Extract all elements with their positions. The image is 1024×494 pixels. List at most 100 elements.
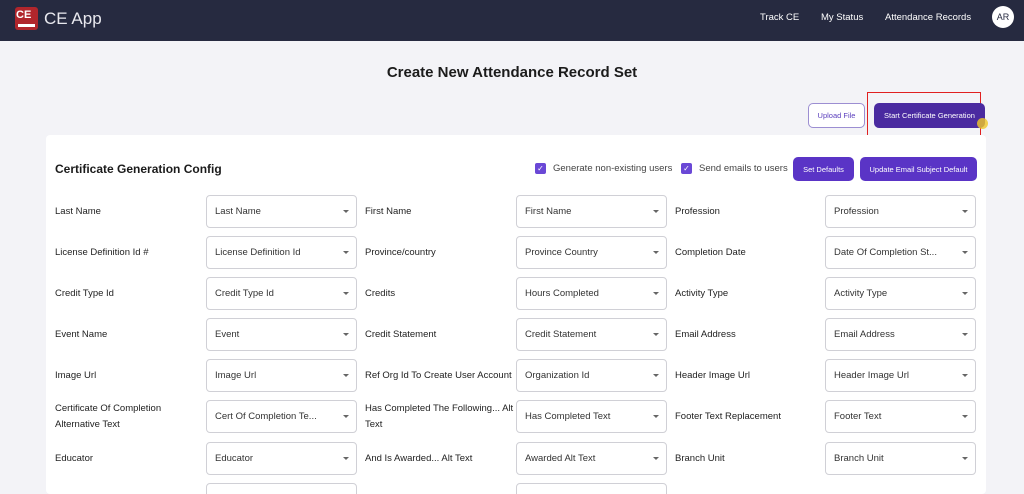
field-label: Credits xyxy=(365,288,396,299)
chevron-down-icon xyxy=(343,292,349,295)
field-select[interactable]: Branch Unit xyxy=(825,442,976,475)
select-value: Has Completed Text xyxy=(525,411,611,422)
nav-my-status[interactable]: My Status xyxy=(821,12,863,23)
select-value: Educator xyxy=(215,453,254,464)
chevron-down-icon xyxy=(962,210,968,213)
field-select[interactable]: Last Name xyxy=(206,195,357,228)
field-select[interactable]: Hours Completed xyxy=(516,277,667,310)
app-logo-icon[interactable]: CE xyxy=(15,7,38,30)
chevron-down-icon xyxy=(653,210,659,213)
field-label: Educator xyxy=(55,453,94,464)
upload-file-button[interactable]: Upload File xyxy=(808,103,865,128)
field-select[interactable]: Credit Type Id xyxy=(206,277,357,310)
select-value: Image Url xyxy=(215,370,257,381)
field-select[interactable]: Email Address xyxy=(825,318,976,351)
field-select[interactable]: Has Completed Text xyxy=(516,400,667,433)
field-select[interactable]: Educator xyxy=(206,442,357,475)
start-certificate-generation-button[interactable]: Start Certificate Generation xyxy=(874,103,985,128)
field-select[interactable]: Event xyxy=(206,318,357,351)
avatar[interactable]: AR xyxy=(992,6,1014,28)
logo-text: CE xyxy=(16,9,32,21)
select-value: Activity Type xyxy=(834,288,888,299)
chevron-down-icon xyxy=(343,210,349,213)
config-title: Certificate Generation Config xyxy=(55,162,222,176)
field-select[interactable]: Date Of Completion St... xyxy=(825,236,976,269)
field-label: First Name xyxy=(365,206,412,217)
select-value: License Definition Id xyxy=(215,247,301,258)
select-value: First Name xyxy=(525,206,572,217)
config-card: Certificate Generation Config ✓ Generate… xyxy=(46,135,986,494)
field-label: Branch Unit xyxy=(675,453,725,464)
field-select[interactable]: Footer Text xyxy=(825,400,976,433)
field-select[interactable]: Province Country xyxy=(516,236,667,269)
chevron-down-icon xyxy=(653,374,659,377)
field-select[interactable]: Organization Id xyxy=(516,359,667,392)
field-label: Last Name xyxy=(55,206,101,217)
chevron-down-icon xyxy=(962,251,968,254)
field-label: Credit Type Id xyxy=(55,288,114,299)
top-bar: CE CE App Track CE My Status Attendance … xyxy=(0,0,1024,41)
chevron-down-icon xyxy=(962,374,968,377)
field-select[interactable]: Cert Of Completion Te... xyxy=(206,400,357,433)
field-select[interactable] xyxy=(516,483,667,494)
generate-users-label: Generate non-existing users xyxy=(553,163,673,174)
field-label: Activity Type xyxy=(675,288,729,299)
field-label: Header Image Url xyxy=(675,370,750,381)
chevron-down-icon xyxy=(343,415,349,418)
select-value: Event xyxy=(215,329,240,340)
select-value: Email Address xyxy=(834,329,895,340)
select-value: Cert Of Completion Te... xyxy=(215,411,317,422)
select-value: Branch Unit xyxy=(834,453,884,464)
select-value: Profession xyxy=(834,206,879,217)
generate-users-checkbox[interactable]: ✓ xyxy=(535,163,546,174)
app-title[interactable]: CE App xyxy=(44,9,102,29)
field-label: Ref Org Id To Create User Account xyxy=(365,370,512,381)
field-label: Completion Date xyxy=(675,247,746,258)
field-label: Image Url xyxy=(55,370,97,381)
select-value: Last Name xyxy=(215,206,261,217)
select-value: Header Image Url xyxy=(834,370,909,381)
field-select[interactable]: Credit Statement xyxy=(516,318,667,351)
select-value: Hours Completed xyxy=(525,288,599,299)
field-label: Province/country xyxy=(365,247,436,258)
chevron-down-icon xyxy=(343,457,349,460)
chevron-down-icon xyxy=(962,292,968,295)
chevron-down-icon xyxy=(653,457,659,460)
field-select[interactable]: Header Image Url xyxy=(825,359,976,392)
field-label: Has Completed The Following... Alt Text xyxy=(365,403,514,430)
chevron-down-icon xyxy=(343,374,349,377)
chevron-down-icon xyxy=(962,457,968,460)
page-title: Create New Attendance Record Set xyxy=(386,64,638,81)
chevron-down-icon xyxy=(962,333,968,336)
field-label: Certificate Of Completion Alternative Te… xyxy=(55,403,162,430)
field-label: License Definition Id # xyxy=(55,247,149,258)
select-value: Province Country xyxy=(525,247,598,258)
select-value: Credit Type Id xyxy=(215,288,274,299)
set-defaults-button[interactable]: Set Defaults xyxy=(793,157,854,181)
chevron-down-icon xyxy=(653,415,659,418)
field-select[interactable]: License Definition Id xyxy=(206,236,357,269)
select-value: Footer Text xyxy=(834,411,882,422)
select-value: Date Of Completion St... xyxy=(834,247,937,258)
send-emails-checkbox[interactable]: ✓ xyxy=(681,163,692,174)
field-select[interactable]: Activity Type xyxy=(825,277,976,310)
field-select[interactable]: Awarded Alt Text xyxy=(516,442,667,475)
field-label: Event Name xyxy=(55,329,108,340)
update-email-subject-button[interactable]: Update Email Subject Default xyxy=(860,157,977,181)
select-value: Credit Statement xyxy=(525,329,597,340)
field-label: Footer Text Replacement xyxy=(675,411,781,422)
chevron-down-icon xyxy=(653,292,659,295)
field-select[interactable] xyxy=(206,483,357,494)
logo-stripe xyxy=(18,24,35,27)
field-select[interactable]: Profession xyxy=(825,195,976,228)
field-select[interactable]: First Name xyxy=(516,195,667,228)
select-value: Organization Id xyxy=(525,370,590,381)
select-value: Awarded Alt Text xyxy=(525,453,596,464)
field-label: And Is Awarded... Alt Text xyxy=(365,453,473,464)
chevron-down-icon xyxy=(962,415,968,418)
chevron-down-icon xyxy=(653,251,659,254)
field-select[interactable]: Image Url xyxy=(206,359,357,392)
nav-track-ce[interactable]: Track CE xyxy=(760,12,799,23)
cursor-indicator xyxy=(977,118,988,129)
nav-attendance-records[interactable]: Attendance Records xyxy=(885,12,971,23)
